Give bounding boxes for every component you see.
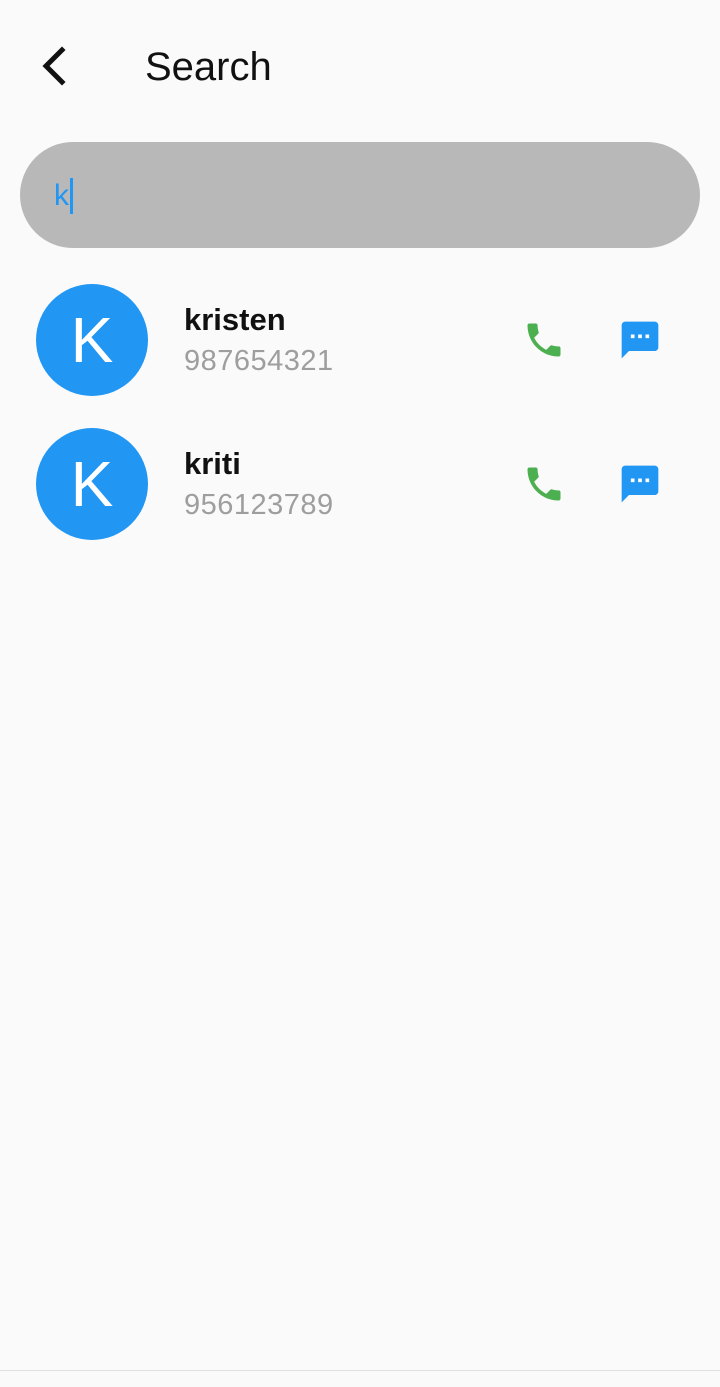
text-caret (70, 178, 73, 214)
contact-row[interactable]: K kristen 987654321 (0, 284, 720, 412)
contact-row[interactable]: K kriti 956123789 (0, 428, 720, 556)
call-button[interactable] (516, 312, 572, 368)
contact-name: kristen (184, 302, 286, 337)
call-button[interactable] (516, 456, 572, 512)
divider (0, 1370, 720, 1371)
search-input[interactable] (54, 176, 654, 216)
message-icon (621, 465, 659, 503)
app-bar: Search (0, 0, 720, 134)
phone-icon (527, 467, 561, 501)
message-icon (621, 321, 659, 359)
contact-phone: 956123789 (184, 489, 334, 521)
avatar-initial: K (70, 448, 114, 520)
page-title: Search (145, 45, 272, 89)
phone-icon (527, 323, 561, 357)
search-screen: Search K kristen 987654321 K krit (0, 0, 720, 1387)
message-button[interactable] (612, 312, 668, 368)
back-button[interactable] (28, 38, 84, 94)
avatar-initial: K (70, 304, 114, 376)
avatar: K (36, 284, 148, 396)
contact-name: kriti (184, 446, 241, 481)
contact-phone: 987654321 (184, 345, 334, 377)
chevron-left-icon (42, 46, 66, 86)
avatar: K (36, 428, 148, 540)
message-button[interactable] (612, 456, 668, 512)
